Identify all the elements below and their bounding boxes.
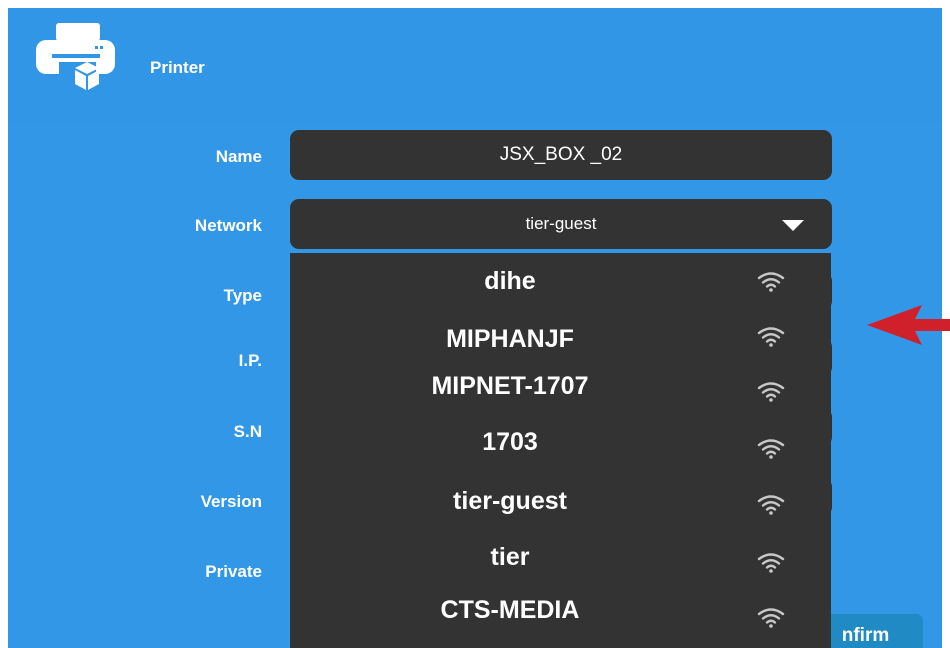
network-option[interactable]: CTS-MEDIA bbox=[290, 584, 831, 640]
header-title: Printer bbox=[150, 58, 205, 77]
wifi-signal-icon bbox=[757, 495, 785, 515]
network-option-label: tier-guest bbox=[453, 487, 567, 515]
ip-label: I.P. bbox=[238, 351, 262, 370]
wifi-signal-icon bbox=[757, 439, 785, 459]
network-option-label: 1703 bbox=[482, 428, 538, 456]
network-option-label: tier bbox=[490, 543, 530, 571]
network-option-label: CTS-MEDIA bbox=[440, 596, 580, 624]
type-label: Type bbox=[223, 286, 262, 305]
sn-label: S.N bbox=[233, 422, 262, 441]
network-selected-value: tier-guest bbox=[525, 214, 597, 233]
wifi-signal-icon bbox=[757, 553, 785, 573]
network-option[interactable]: 1703 bbox=[290, 416, 831, 472]
network-option-label: MIPHANJF bbox=[446, 325, 574, 353]
red-arrow-annotation bbox=[867, 305, 950, 345]
header: Printer bbox=[8, 8, 942, 123]
network-option[interactable]: tier bbox=[290, 531, 831, 587]
version-label: Version bbox=[200, 492, 262, 511]
wifi-signal-icon bbox=[757, 382, 785, 402]
name-field[interactable] bbox=[290, 130, 832, 180]
network-option[interactable]: MIPNET-1707 bbox=[290, 360, 831, 416]
network-option[interactable]: tier-guest bbox=[290, 475, 831, 531]
network-select[interactable]: tier-guest bbox=[290, 199, 832, 249]
wifi-signal-icon bbox=[757, 608, 785, 628]
network-option[interactable]: dihe bbox=[290, 255, 831, 311]
network-option-label: MIPNET-1707 bbox=[431, 372, 589, 400]
name-label: Name bbox=[215, 147, 262, 166]
printer-panel: Printer Name Network tier-guest Type I.P… bbox=[8, 8, 942, 648]
printer-icon bbox=[36, 23, 115, 90]
network-option-label: dihe bbox=[484, 267, 536, 295]
wifi-signal-icon bbox=[757, 327, 785, 347]
wifi-signal-icon bbox=[757, 272, 785, 292]
chevron-down-icon bbox=[782, 220, 804, 231]
private-label: Private bbox=[205, 562, 262, 581]
network-label: Network bbox=[194, 216, 262, 235]
network-dropdown-list: dihe MIPHANJF MIPNET-1707 1703 tier-guest tie… bbox=[290, 253, 831, 648]
